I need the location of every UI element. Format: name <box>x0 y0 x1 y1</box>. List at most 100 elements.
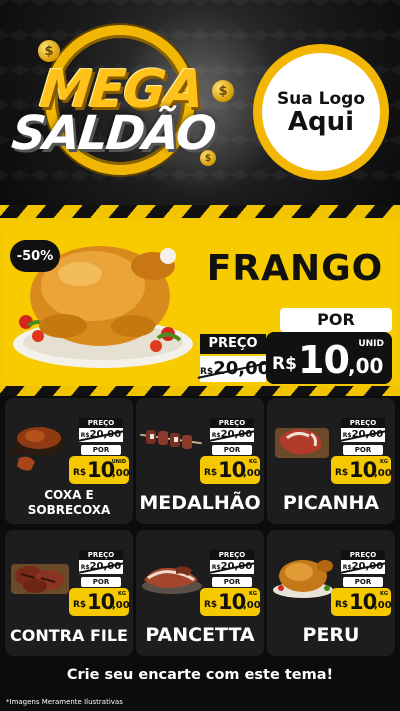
product-name: PICANHA <box>282 492 380 514</box>
price-unit: UNID <box>358 339 384 349</box>
new-price-integer: 10 <box>218 458 246 482</box>
old-price-currency: R$ <box>211 432 221 439</box>
new-price: R$ 10 ,00 UNID <box>69 456 130 484</box>
new-price-integer: 10 <box>349 458 377 482</box>
preco-label: PREÇO <box>79 418 123 428</box>
old-price-strike: R$20,00 <box>81 429 121 440</box>
new-price-integer: 10 <box>349 590 377 614</box>
old-price-strike: R$20,00 <box>212 429 252 440</box>
new-price-currency: R$ <box>335 468 349 478</box>
logo-inner: Sua Logo Aqui <box>262 53 380 171</box>
old-price-currency: R$ <box>200 367 214 377</box>
new-price-currency: R$ <box>73 600 87 610</box>
por-label: POR <box>343 577 383 587</box>
new-price-decimal: ,00 <box>374 468 392 479</box>
preco-label: PREÇO <box>210 418 254 428</box>
new-price-currency: R$ <box>73 468 87 478</box>
preco-label: PREÇO <box>200 334 266 354</box>
product-name: MEDALHÃO <box>139 492 261 514</box>
preco-label: PREÇO <box>79 550 123 560</box>
old-price-strike: R$20,00 <box>343 429 383 440</box>
product-card[interactable]: PREÇO R$20,00 POR R$ 10 ,00 KG MEDALHÃO <box>136 398 264 524</box>
new-price-decimal: ,00 <box>243 600 261 611</box>
product-card[interactable]: PREÇO R$20,00 POR R$ 10 ,00 UNID COXA E … <box>5 398 133 524</box>
product-name-line2: SOBRECOXA <box>27 503 111 517</box>
old-price-value: 20,00 <box>351 429 384 440</box>
product-name: CONTRA FILE <box>10 626 128 645</box>
new-price: R$ 10 ,00 UNID <box>266 332 392 384</box>
product-name: COXA E SOBRECOXA <box>5 488 133 518</box>
header-banner: $ $ $ MEGA SALDÃO Sua Logo Aqui <box>0 0 400 205</box>
old-price: R$20,00 <box>79 560 123 574</box>
old-price-value: 20,00 <box>220 561 253 572</box>
product-name: PERU <box>302 624 360 646</box>
old-price-value: 20,00 <box>89 429 122 440</box>
new-price-integer: 10 <box>87 458 115 482</box>
old-price: R$20,00 <box>210 428 254 442</box>
new-price-integer: 10 <box>218 590 246 614</box>
old-price-currency: R$ <box>80 432 90 439</box>
discount-badge: -50% <box>10 240 60 272</box>
new-price-currency: R$ <box>272 354 297 374</box>
coin-icon: $ <box>38 40 60 62</box>
disclaimer-text: *Imagens Meramente Ilustrativas <box>6 698 123 706</box>
product-card[interactable]: PREÇO R$20,00 POR R$ 10 ,00 KG PERU <box>267 530 395 656</box>
skewer-icon <box>140 430 202 449</box>
price-unit: KG <box>249 459 257 465</box>
new-price: R$ 10 ,00 KG <box>69 588 130 616</box>
new-price-integer: 10 <box>87 590 115 614</box>
old-price-value: 20,00 <box>213 358 271 379</box>
new-price-decimal: ,00 <box>243 468 261 479</box>
preco-label: PREÇO <box>341 418 385 428</box>
product-card[interactable]: PREÇO R$20,00 POR R$ 10 ,00 KG PICANHA <box>267 398 395 524</box>
por-label: POR <box>81 445 121 455</box>
new-price: R$ 10 ,00 KG <box>200 456 261 484</box>
new-price-currency: R$ <box>204 600 218 610</box>
coin-icon: $ <box>212 80 234 102</box>
old-price: R$20,00 <box>210 560 254 574</box>
old-price-strike: R$20,00 <box>343 561 383 572</box>
hazard-stripes <box>0 205 400 219</box>
product-name: PANCETTA <box>145 624 255 646</box>
hazard-stripes <box>0 386 400 396</box>
preco-label: PREÇO <box>210 550 254 560</box>
por-label: POR <box>81 577 121 587</box>
old-price: R$20,00 <box>200 356 270 382</box>
old-price-currency: R$ <box>211 564 221 571</box>
product-card[interactable]: PREÇO R$20,00 POR R$ 10 ,00 KG PANCETTA <box>136 530 264 656</box>
old-price: R$20,00 <box>341 428 385 442</box>
old-price: R$20,00 <box>79 428 123 442</box>
new-price-decimal: ,00 <box>348 354 384 378</box>
product-name-line1: COXA E <box>44 488 94 502</box>
chicken-leg-icon <box>9 427 65 471</box>
new-price-decimal: ,00 <box>112 600 130 611</box>
steak-icon <box>275 428 329 458</box>
logo-placeholder[interactable]: Sua Logo Aqui <box>253 44 389 180</box>
steak-cuts-icon <box>11 564 69 594</box>
new-price-decimal: ,00 <box>374 600 392 611</box>
por-label: POR <box>280 308 392 332</box>
new-price: R$ 10 ,00 KG <box>331 588 392 616</box>
price-unit: KG <box>249 591 257 597</box>
new-price-currency: R$ <box>335 600 349 610</box>
old-price-value: 20,00 <box>89 561 122 572</box>
old-price: R$20,00 <box>341 560 385 574</box>
product-card[interactable]: PREÇO R$20,00 POR R$ 10 ,00 KG CONTRA FI… <box>5 530 133 656</box>
price-unit: KG <box>380 591 388 597</box>
price-unit: KG <box>380 459 388 465</box>
old-price-currency: R$ <box>342 564 352 571</box>
pancetta-icon <box>142 566 202 594</box>
price-unit: KG <box>118 591 126 597</box>
old-price-value: 20,00 <box>351 561 384 572</box>
new-price: R$ 10 ,00 KG <box>331 456 392 484</box>
new-price-currency: R$ <box>204 468 218 478</box>
old-price-strike: R$20,00 <box>81 561 121 572</box>
por-label: POR <box>343 445 383 455</box>
old-price-currency: R$ <box>342 432 352 439</box>
old-price-strike: R$20,00 <box>200 358 270 379</box>
logo-text-line1: Sua Logo <box>276 89 366 109</box>
cta-text: Crie seu encarte com este tema! <box>66 667 334 683</box>
price-unit: UNID <box>111 459 126 465</box>
preco-label: PREÇO <box>341 550 385 560</box>
old-price-value: 20,00 <box>220 429 253 440</box>
